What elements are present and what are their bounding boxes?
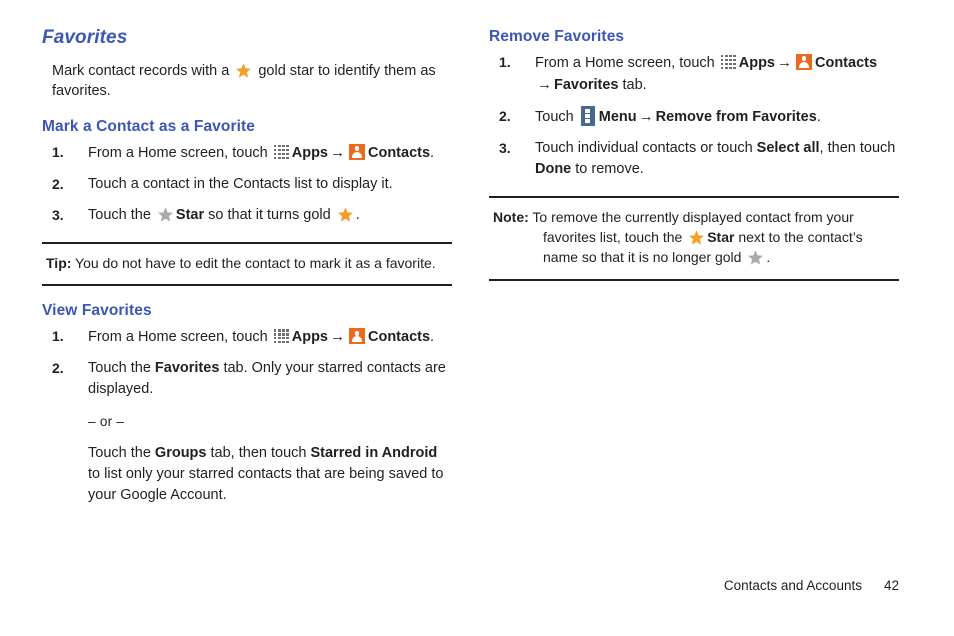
note-callout: Note: To remove the currently displayed … [489,195,899,281]
step-number: 1. [499,53,511,70]
manual-page: Favorites Mark contact records with a go… [0,0,954,636]
step-number: 3. [52,206,64,223]
arrow-glyph-2: → [537,75,552,93]
gold-star-icon [688,229,705,246]
list-item: 2. Touch a contact in the Contacts list … [42,174,452,195]
footer-chapter-label: Contacts and Accounts [723,578,862,593]
alt-text-2: tab, then touch [210,444,307,461]
favorites-tab-label: Favorites [154,360,220,377]
tip-text: You do not have to edit the contact to m… [75,254,436,271]
arrow-glyph: → [330,328,345,346]
tip-callout: Tip: You do not have to edit the contact… [42,241,452,287]
select-all-label: Select all [756,139,820,156]
footer-page-number: 42 [883,578,899,593]
step-text: From a Home screen, touch [535,54,715,71]
remove-from-favorites-label: Remove from Favorites [655,108,817,125]
gold-star-icon [235,62,252,79]
step-text: Touch the [88,206,151,223]
arrow-glyph: → [330,143,345,161]
alt-text-1: Touch the [88,444,151,461]
step-text-end: . [816,108,821,125]
note-body: Note: To remove the currently displayed … [493,207,899,268]
star-label: Star [707,229,735,246]
apps-label: Apps [738,54,775,71]
right-column: Remove Favorites 1. From a Home screen, … [489,28,899,281]
list-item: 2. Touch the Favorites tab. Only your st… [42,358,452,506]
intro-text-before: Mark contact records with a [52,62,230,79]
gold-star-icon [337,206,354,223]
alternate-instruction: Touch the Groups tab, then touch Starred… [88,443,452,506]
steps-mark-a-contact: 1. From a Home screen, touch Apps → Contac… [42,142,452,226]
contacts-app-icon [349,143,365,160]
left-column: Favorites Mark contact records with a go… [42,27,452,516]
arrow-glyph: → [638,107,654,125]
step-number: 1. [52,328,64,345]
contacts-label: Contacts [815,54,878,71]
list-item: 2. Touch Menu → Remove from Favorites. [489,105,899,128]
contacts-app-icon [349,328,365,345]
step-number: 2. [52,175,64,192]
list-item: 1. From a Home screen, touch Apps → Contac… [489,52,899,96]
apps-label: Apps [291,329,328,346]
step-text-mid: , then touch [819,139,896,156]
note-label: Note: [493,208,529,225]
contacts-label: Contacts [368,144,431,161]
apps-grid-icon [273,144,289,160]
step-number: 2. [499,107,511,124]
steps-remove-favorites: 1. From a Home screen, touch Apps → Contac… [489,52,899,180]
list-item: 1. From a Home screen, touch Apps → Contac… [42,326,452,348]
menu-overflow-icon [580,105,595,126]
apps-label: Apps [291,144,328,161]
contacts-label: Contacts [368,329,431,346]
gray-star-icon [157,206,174,223]
step-number: 1. [52,143,64,160]
step-text: From a Home screen, touch [88,144,268,161]
page-title: Favorites [42,27,128,48]
step-text-mid: so that it turns gold [208,206,331,223]
step-text-end: . [430,144,435,161]
apps-grid-icon [720,54,736,70]
contacts-app-icon [796,53,812,70]
tip-label: Tip: [46,254,72,271]
step-text-end: to remove. [575,160,644,177]
favorites-tab-label: Favorites [554,76,619,93]
heading-remove-favorites: Remove Favorites [489,28,625,45]
note-text-3: . [766,249,771,266]
heading-mark-a-contact-as-a-favorite: Mark a Contact as a Favorite [42,118,255,136]
step-text-end: tab. [622,76,647,93]
step-text: Touch a contact in the Contacts list to … [88,175,393,192]
menu-label: Menu [598,108,637,125]
step-text: Touch individual contacts or touch [535,139,753,156]
step-text: Touch [535,108,574,125]
step-number: 3. [499,139,511,156]
tip-body: Tip: You do not have to edit the contact… [46,253,452,273]
or-separator: – or – [88,414,125,430]
arrow-glyph: → [777,53,792,71]
list-item: 1. From a Home screen, touch Apps → Contac… [42,142,452,164]
apps-grid-icon [273,329,289,344]
starred-in-android-label: Starred in Android [310,444,438,461]
step-text: Touch the [88,360,151,377]
alt-text-3: to list only your starred contacts that … [88,465,444,503]
step-number: 2. [52,360,64,377]
step-text-end: . [355,206,360,223]
intro-paragraph: Mark contact records with a gold star to… [52,61,452,102]
heading-view-favorites: View Favorites [42,302,152,320]
done-label: Done [535,160,572,177]
list-item: 3. Touch the Star so that it turns gold … [42,205,452,226]
page-footer: Contacts and Accounts 42 [489,578,899,593]
groups-tab-label: Groups [154,444,207,461]
gray-star-icon [747,249,764,266]
step-text-end: . [430,329,435,346]
steps-view-favorites: 1. From a Home screen, touch Apps → Contac… [42,326,452,506]
star-label: Star [175,206,205,223]
list-item: 3. Touch individual contacts or touch Se… [489,138,899,180]
step-text: From a Home screen, touch [88,329,268,346]
